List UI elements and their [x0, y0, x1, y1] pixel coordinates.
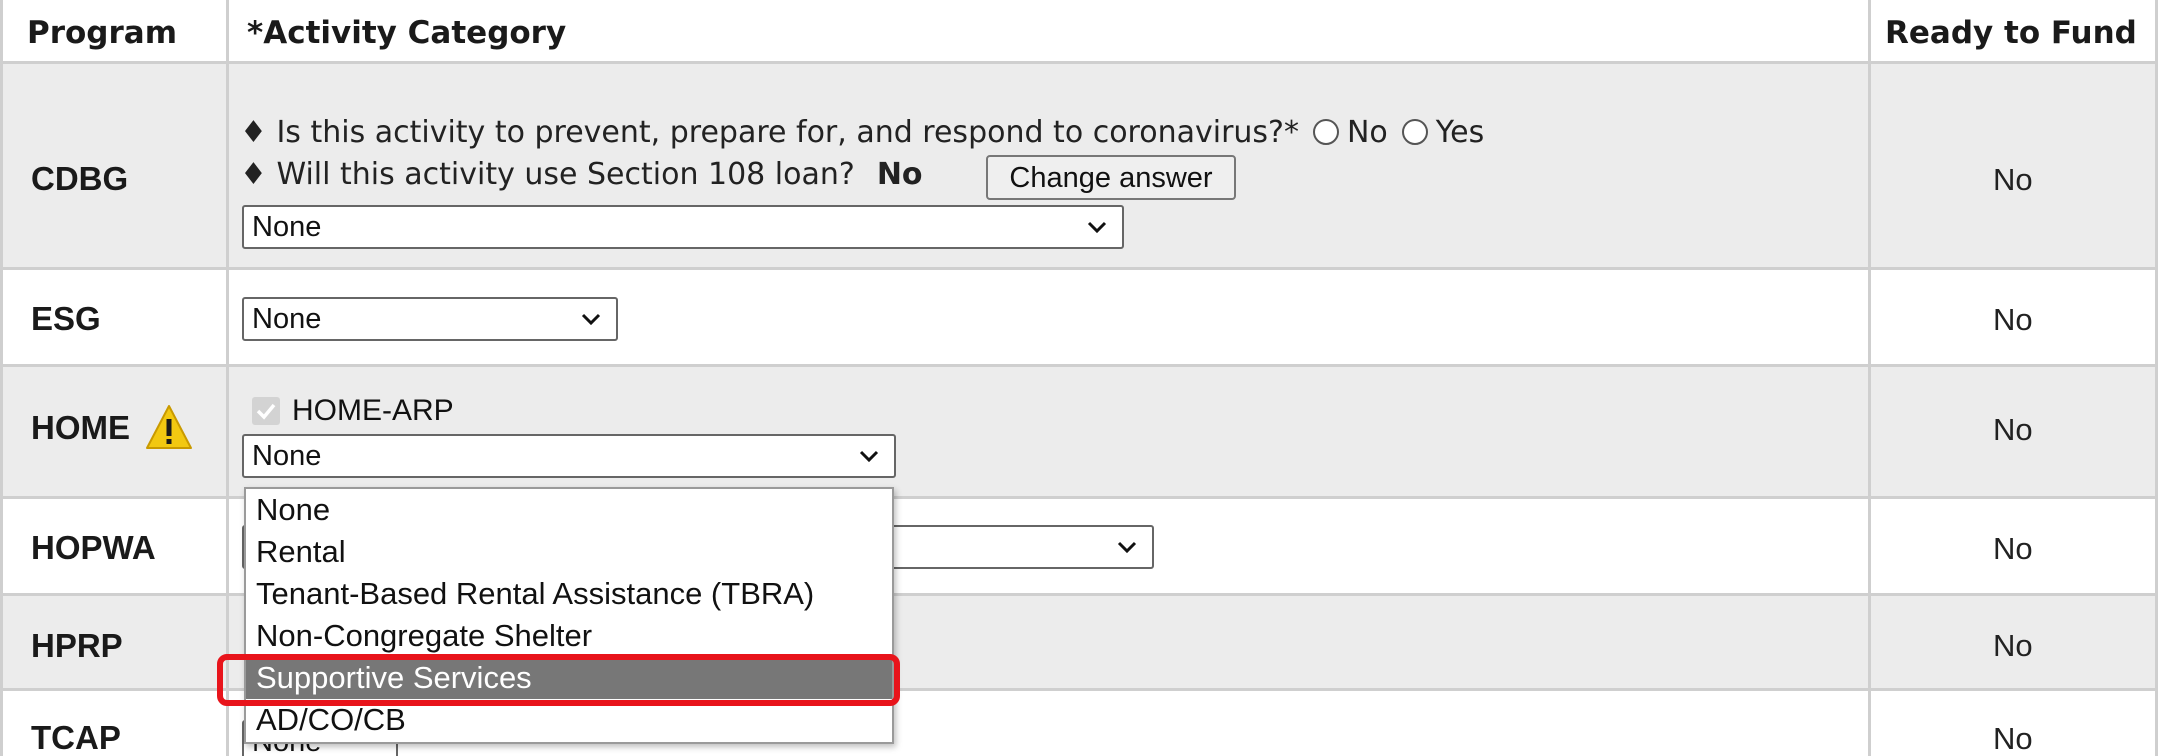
esg-activity-select[interactable]: None [242, 297, 618, 341]
table-header-row: Program *Activity Category Ready to Fund [3, 0, 2155, 64]
grid-line [2155, 0, 2158, 756]
ready-tcap: No [1993, 721, 2033, 756]
chevron-down-icon [1086, 216, 1108, 238]
coronavirus-question: ♦ Is this activity to prevent, prepare f… [240, 115, 1484, 150]
dropdown-option-non-congregate-shelter[interactable]: Non-Congregate Shelter [246, 615, 892, 657]
home-arp-label: HOME-ARP [292, 394, 454, 427]
dropdown-option-rental[interactable]: Rental [246, 531, 892, 573]
home-select-value: None [252, 440, 322, 472]
radio-yes[interactable] [1401, 119, 1428, 145]
bullet-diamond: ♦ [240, 115, 277, 150]
dropdown-option-none[interactable]: None [246, 489, 892, 531]
section108-answer: No [876, 157, 923, 192]
grid-line [0, 0, 3, 756]
ready-esg: No [1993, 302, 2033, 337]
warning-icon[interactable] [144, 403, 194, 453]
change-answer-button[interactable]: Change answer [986, 155, 1236, 200]
radio-no[interactable] [1312, 119, 1339, 145]
highlight-box [217, 654, 900, 706]
cdbg-activity-select[interactable]: None [242, 205, 1124, 249]
funding-table: Program *Activity Category Ready to Fund… [0, 0, 2177, 756]
program-cdbg: CDBG [31, 160, 129, 197]
table-row-home: HOME No [3, 367, 2155, 499]
esg-select-value: None [252, 303, 322, 335]
chevron-down-icon [858, 445, 880, 467]
header-activity-category: *Activity Category [247, 15, 567, 51]
ready-hprp: No [1993, 628, 2033, 663]
section108-question: ♦ Will this activity use Section 108 loa… [240, 157, 923, 192]
program-hopwa: HOPWA [31, 529, 156, 566]
chevron-down-icon [1116, 536, 1138, 558]
header-ready-to-fund: Ready to Fund [1885, 15, 2137, 51]
home-activity-select[interactable]: None [242, 434, 896, 478]
cdbg-select-value: None [252, 211, 322, 243]
bullet-diamond: ♦ [240, 157, 277, 192]
program-hprp: HPRP [31, 627, 123, 664]
radio-no-label: No [1346, 115, 1388, 150]
grid-line [226, 0, 229, 756]
ready-home: No [1993, 412, 2033, 447]
radio-yes-label: Yes [1435, 115, 1485, 150]
program-esg: ESG [31, 300, 101, 337]
section108-question-text: Will this activity use Section 108 loan? [276, 157, 855, 192]
program-tcap: TCAP [31, 719, 121, 756]
program-home: HOME [31, 409, 130, 446]
grid-line [1868, 0, 1871, 756]
home-arp-checkbox[interactable] [252, 397, 280, 425]
ready-hopwa: No [1993, 531, 2033, 566]
header-program: Program [27, 15, 178, 51]
dropdown-option-tbra[interactable]: Tenant-Based Rental Assistance (TBRA) [246, 573, 892, 615]
ready-cdbg: No [1993, 162, 2033, 197]
chevron-down-icon [580, 308, 602, 330]
coronavirus-question-text: Is this activity to prevent, prepare for… [276, 115, 1299, 150]
